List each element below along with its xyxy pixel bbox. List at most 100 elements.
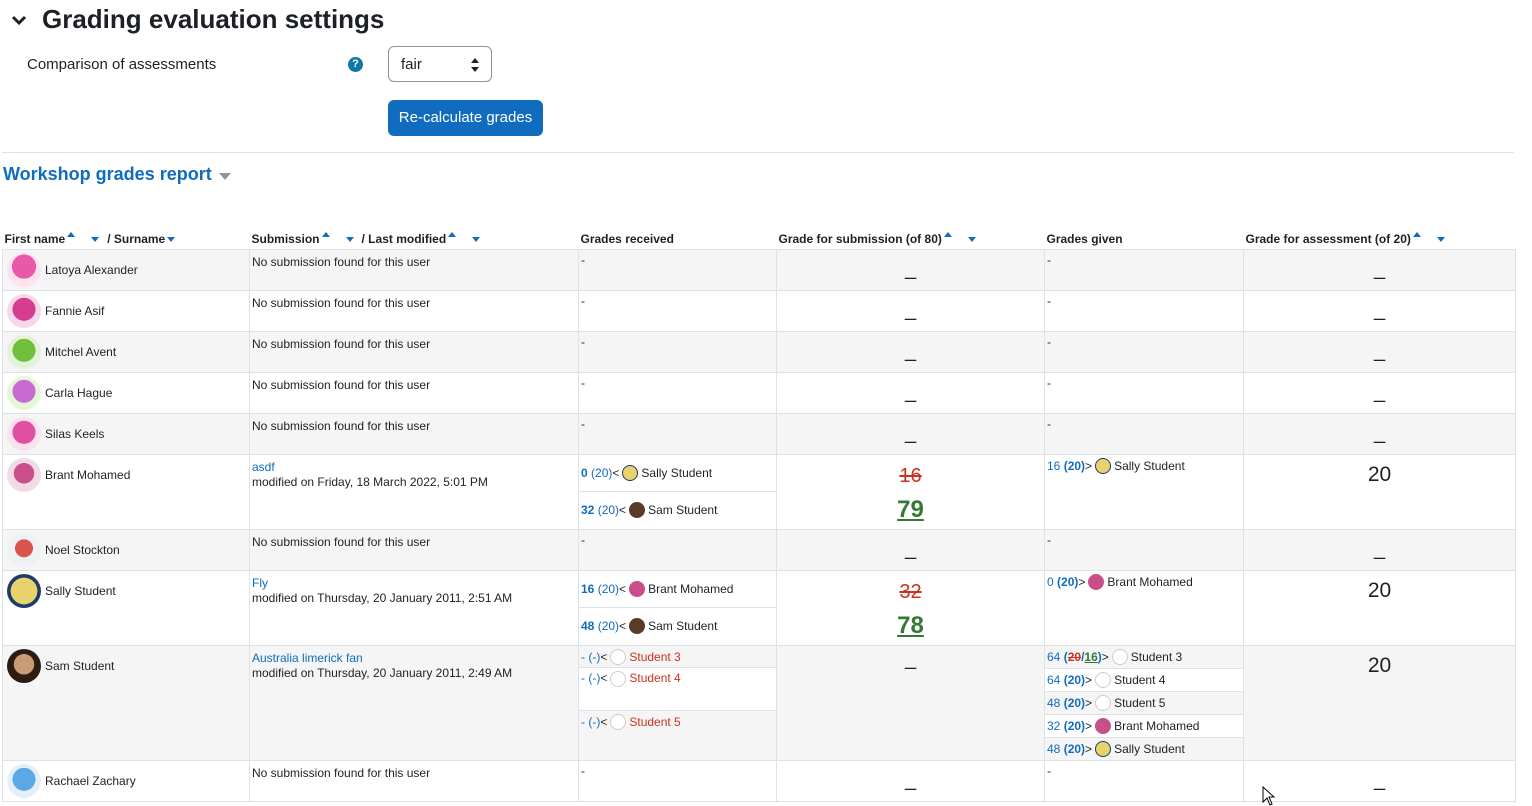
user-name[interactable]: Latoya Alexander xyxy=(45,263,138,277)
user[interactable]: Carla Hague xyxy=(3,373,249,413)
grade-value[interactable]: - xyxy=(581,671,585,685)
user[interactable]: Silas Keels xyxy=(3,414,249,454)
grade-arrow: > xyxy=(1085,459,1093,473)
grade-max[interactable]: (20) xyxy=(1064,459,1085,473)
user[interactable]: Sally Student xyxy=(3,571,249,611)
grade-max[interactable]: (20) xyxy=(1064,742,1085,756)
grade-value[interactable]: 48 xyxy=(1047,742,1060,756)
sort-asc-icon[interactable] xyxy=(321,232,330,237)
user-name[interactable]: Mitchel Avent xyxy=(45,345,116,359)
avatar xyxy=(7,253,41,287)
assessor-name[interactable]: Student 3 xyxy=(629,650,680,664)
grade-value[interactable]: 32 xyxy=(1047,719,1060,733)
reviewee-name[interactable]: Student 4 xyxy=(1114,673,1165,687)
grade-max[interactable]: (20) xyxy=(1064,673,1085,687)
grade-max[interactable]: (20) xyxy=(598,503,619,517)
user[interactable]: Sam Student xyxy=(3,646,249,686)
user[interactable]: Rachael Zachary xyxy=(3,761,249,801)
reviewee-name[interactable]: Sally Student xyxy=(1114,459,1185,473)
grade-max[interactable]: (-) xyxy=(588,715,600,729)
empty-grade: _ xyxy=(1373,340,1386,362)
sort-last-modified[interactable]: / Last modified xyxy=(362,232,447,246)
user-name[interactable]: Silas Keels xyxy=(45,427,104,441)
submission-link[interactable]: asdf xyxy=(252,460,275,474)
sort-desc-icon[interactable] xyxy=(472,237,481,243)
assessor-name[interactable]: Sally Student xyxy=(641,466,712,480)
reviewee-name[interactable]: Student 5 xyxy=(1114,696,1165,710)
sort-submission[interactable]: Submission xyxy=(252,232,320,246)
grade-max[interactable]: (20) xyxy=(1057,575,1078,589)
user[interactable]: Brant Mohamed xyxy=(3,455,249,495)
table-header-row: First name / Surname Submission / Last mod… xyxy=(2,229,1516,250)
overridden-grade[interactable]: 16 xyxy=(1084,650,1097,664)
report-title[interactable]: Workshop grades report xyxy=(3,164,231,185)
grade-value[interactable]: 32 xyxy=(581,503,594,517)
sort-grade-submission[interactable]: Grade for submission (of 80) xyxy=(779,232,942,246)
user-name[interactable]: Sally Student xyxy=(45,584,116,598)
user-name[interactable]: Fannie Asif xyxy=(45,304,104,318)
comparison-select[interactable]: fair xyxy=(388,46,492,82)
grade-max[interactable]: (20) xyxy=(598,619,619,633)
user-name[interactable]: Sam Student xyxy=(45,659,114,673)
assessor-name[interactable]: Student 5 xyxy=(629,715,680,729)
grade-value[interactable]: 16 xyxy=(1047,459,1060,473)
sort-asc-icon[interactable] xyxy=(1412,232,1421,237)
grade-value[interactable]: 16 xyxy=(581,582,594,596)
overridden-grade[interactable]: 79 xyxy=(777,488,1044,524)
assessor-name[interactable]: Student 4 xyxy=(629,671,680,685)
section-header[interactable]: Grading evaluation settings xyxy=(10,4,384,35)
recalculate-grades-button[interactable]: Re-calculate grades xyxy=(388,100,543,136)
reviewee-name[interactable]: Brant Mohamed xyxy=(1114,719,1199,733)
grade-value[interactable]: 48 xyxy=(1047,696,1060,710)
sort-desc-icon[interactable] xyxy=(91,237,100,243)
grade-value[interactable]: 64 xyxy=(1047,673,1060,687)
sort-first-name[interactable]: First name xyxy=(5,232,66,246)
assessor-name[interactable]: Sam Student xyxy=(648,619,717,633)
grade-value[interactable]: - xyxy=(581,650,585,664)
user[interactable]: Fannie Asif xyxy=(3,291,249,331)
user[interactable]: Noel Stockton xyxy=(3,530,249,570)
overridden-grade[interactable]: 78 xyxy=(777,604,1044,640)
user-name[interactable]: Noel Stockton xyxy=(45,543,120,557)
sort-asc-icon[interactable] xyxy=(943,232,952,237)
submission-link[interactable]: Fly xyxy=(252,576,268,590)
user-name[interactable]: Carla Hague xyxy=(45,386,112,400)
sort-asc-icon[interactable] xyxy=(448,232,457,237)
grade-value[interactable]: 48 xyxy=(581,619,594,633)
help-icon[interactable]: ? xyxy=(348,57,363,72)
user-name[interactable]: Rachael Zachary xyxy=(45,774,136,788)
user[interactable]: Mitchel Avent xyxy=(3,332,249,372)
reviewee-name[interactable]: Student 3 xyxy=(1131,650,1182,664)
caret-down-icon[interactable] xyxy=(218,172,231,180)
grade-value[interactable]: 0 xyxy=(581,466,588,480)
sort-desc-icon[interactable] xyxy=(345,237,354,243)
grade-max[interactable]: (-) xyxy=(588,671,600,685)
sort-surname[interactable]: / Surname xyxy=(107,232,165,246)
grade-max[interactable]: (20) xyxy=(598,582,619,596)
submission-link[interactable]: Australia limerick fan xyxy=(252,651,363,665)
reviewee-name[interactable]: Brant Mohamed xyxy=(1107,575,1192,589)
reviewee-name[interactable]: Sally Student xyxy=(1114,742,1185,756)
grade-given-item: 32 (20) > Brant Mohamed xyxy=(1045,715,1243,738)
sort-grade-assessment[interactable]: Grade for assessment (of 20) xyxy=(1246,232,1411,246)
grade-max[interactable]: (20) xyxy=(1064,719,1085,733)
sort-desc-icon[interactable] xyxy=(1436,237,1445,243)
empty-value: - xyxy=(1047,335,1051,349)
assessor-name[interactable]: Sam Student xyxy=(648,503,717,517)
grade-value[interactable]: - xyxy=(581,715,585,729)
sort-desc-icon[interactable] xyxy=(167,237,176,243)
assessor-name[interactable]: Brant Mohamed xyxy=(648,582,733,596)
grade-max[interactable]: (20) xyxy=(591,466,612,480)
user[interactable]: Latoya Alexander xyxy=(3,250,249,290)
grade-max[interactable]: (20) xyxy=(1064,696,1085,710)
grade-value[interactable]: 0 xyxy=(1047,575,1054,589)
user-name[interactable]: Brant Mohamed xyxy=(45,468,130,482)
comparison-select-value: fair xyxy=(401,56,422,73)
grade-value[interactable]: 64 xyxy=(1047,650,1060,664)
avatar xyxy=(7,764,41,798)
sort-desc-icon[interactable] xyxy=(967,237,976,243)
chevron-down-icon[interactable] xyxy=(10,11,28,29)
submission-cell: No submission found for this user xyxy=(249,331,579,373)
grade-max[interactable]: (-) xyxy=(588,650,600,664)
sort-asc-icon[interactable] xyxy=(67,232,76,237)
